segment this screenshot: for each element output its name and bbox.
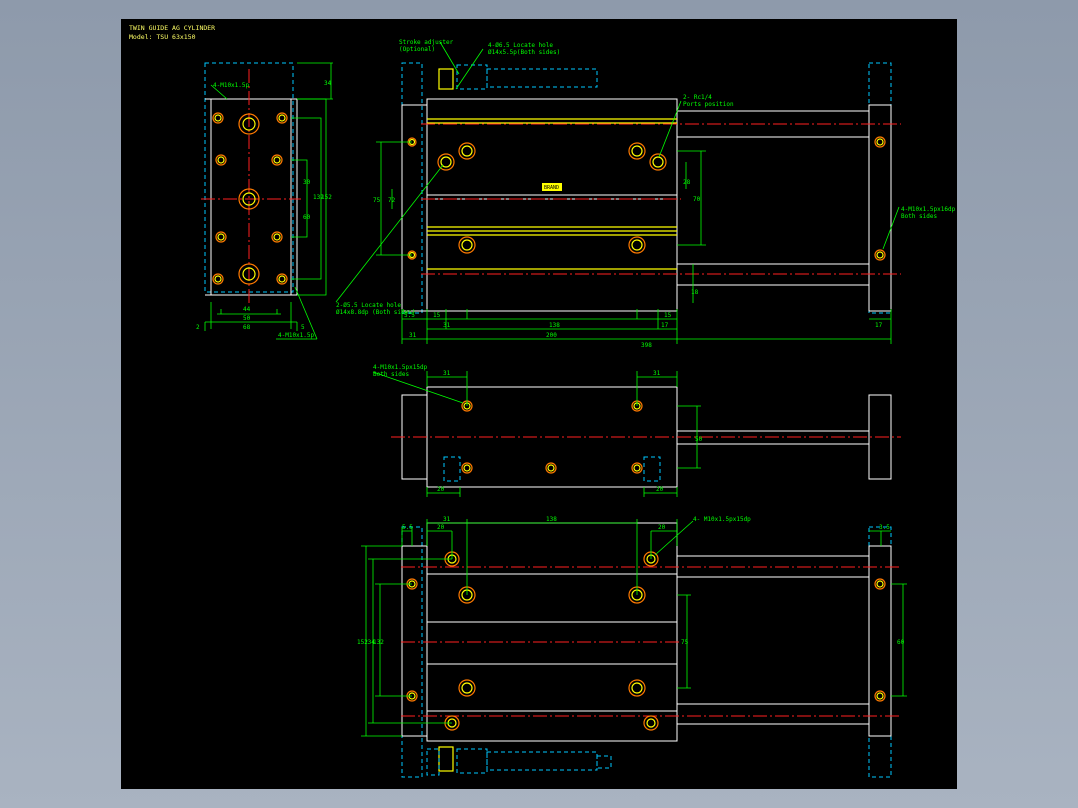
dim-5: 5 <box>301 324 305 331</box>
dim-152: 152 <box>321 194 332 201</box>
dim-15-b: 15 <box>664 312 672 319</box>
title-line-2: Model: TSU 63x150 <box>129 33 196 41</box>
right-tap-label-1: 4-M10x1.5px16dp <box>901 206 956 213</box>
dim-20-d: 20 <box>658 524 666 531</box>
dim-5-5-a: 5.5 <box>404 312 415 319</box>
top-tap-label-2: Both sides <box>373 371 410 378</box>
dim-20-a: 20 <box>437 486 445 493</box>
dim-34: 34 <box>324 80 332 87</box>
dim-2: 2 <box>196 324 200 331</box>
dim-5-5-b: 5.5 <box>402 524 413 531</box>
bottom-view: 4- M10x1.5px15dp 5.5 31 138 20 20 3.5 15… <box>357 516 907 778</box>
dim-60: 60 <box>303 214 311 221</box>
dim-50: 50 <box>243 315 251 322</box>
dim-20-c: 20 <box>437 524 445 531</box>
dim-72: 72 <box>388 197 396 204</box>
dim-30: 30 <box>303 179 311 186</box>
dim-75: 75 <box>373 197 381 204</box>
dim-44: 44 <box>243 306 251 313</box>
bottom-tap-label-2: 4- M10x1.5px15dp <box>693 516 751 523</box>
dim-17-b: 17 <box>875 322 883 329</box>
front-view: BRAND Stroke adjuster (Optional) 4-Ø6.5 … <box>335 39 956 349</box>
adjuster-label-2: (Optional) <box>399 46 435 53</box>
top-tap-label-1: 4-M10x1.5px15dp <box>373 364 428 371</box>
dim-200: 200 <box>546 332 557 339</box>
dim-31-e: 31 <box>443 516 451 523</box>
dim-60-b: 60 <box>897 639 905 646</box>
dim-31-b: 31 <box>409 332 417 339</box>
dim-20-b: 20 <box>656 486 664 493</box>
side-tap-label: 4-M10x1.5p <box>213 82 250 89</box>
cad-drawing-canvas: TWIN GUIDE AG CYLINDER Model: TSU 63x150… <box>121 19 957 789</box>
dim-28: 28 <box>683 179 691 186</box>
dim-18: 18 <box>691 289 699 296</box>
top-view: 4-M10x1.5px15dp Both sides 31 31 20 20 5… <box>372 364 901 497</box>
dim-398: 398 <box>641 342 652 349</box>
port-label-2: Ports position <box>683 101 734 108</box>
port-label-1: 2- Rc1/4 <box>683 94 712 101</box>
brand-plate: BRAND <box>544 185 559 191</box>
dim-138-b: 138 <box>546 516 557 523</box>
bottom-tap-label: 4-M10x1.5p <box>278 332 315 339</box>
dim-31-c: 31 <box>443 370 451 377</box>
dim-138-a: 138 <box>549 322 560 329</box>
locate-hole-label-1: 4-Ø6.5 Locate hole <box>488 42 553 49</box>
end-view: 4-M10x1.5p 4-M10x1.5p 34 30 60 132 152 4… <box>196 62 333 340</box>
dim-70: 70 <box>693 196 701 203</box>
adjuster-label-1: Stroke adjuster <box>399 39 454 46</box>
dim-31-a: 31 <box>443 322 451 329</box>
dim-68: 68 <box>243 324 251 331</box>
dim-75-b: 75 <box>681 639 689 646</box>
cbore-label-1: 2-Ø5.5 Locate hole <box>336 302 401 309</box>
dim-132-b: 132 <box>373 639 384 646</box>
dim-31-d: 31 <box>653 370 661 377</box>
title-line-1: TWIN GUIDE AG CYLINDER <box>129 24 215 32</box>
dim-15-a: 15 <box>433 312 441 319</box>
dim-50-b: 50 <box>695 436 703 443</box>
right-tap-label-2: Both sides <box>901 213 938 220</box>
dim-17-a: 17 <box>661 322 669 329</box>
locate-hole-label-2: Ø14x5.5p(Both sides) <box>488 49 560 56</box>
cad-drawing: TWIN GUIDE AG CYLINDER Model: TSU 63x150… <box>129 24 956 778</box>
dim-3-5: 3.5 <box>879 524 890 531</box>
